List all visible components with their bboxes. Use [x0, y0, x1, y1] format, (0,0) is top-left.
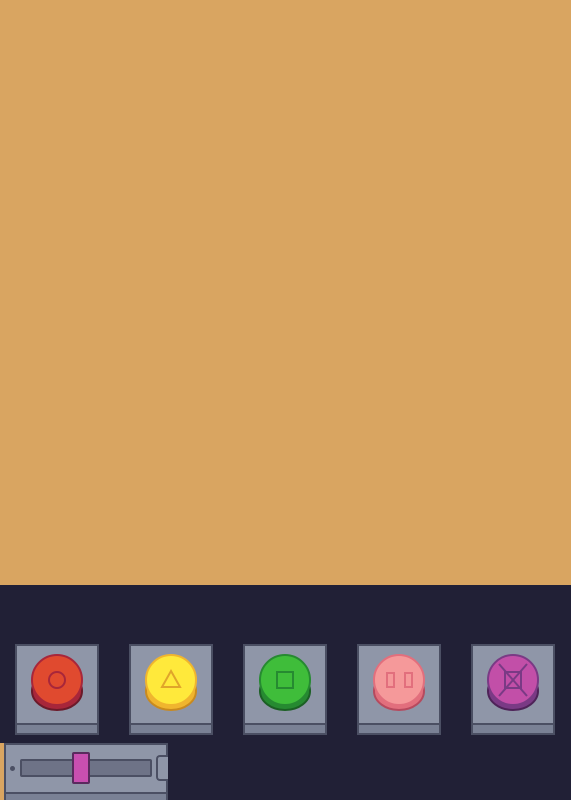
- square-button[interactable]: [243, 644, 327, 735]
- circle-button[interactable]: [15, 644, 99, 735]
- pause-button[interactable]: [357, 644, 441, 735]
- play-area[interactable]: [0, 0, 571, 585]
- slider-dot: [10, 766, 15, 771]
- triangle-button[interactable]: [129, 644, 213, 735]
- game-screen: [0, 0, 571, 800]
- cross-button[interactable]: [471, 644, 555, 735]
- slider-end-cap: [156, 755, 168, 781]
- slider-panel: [4, 743, 168, 800]
- slider-thumb[interactable]: [72, 752, 91, 784]
